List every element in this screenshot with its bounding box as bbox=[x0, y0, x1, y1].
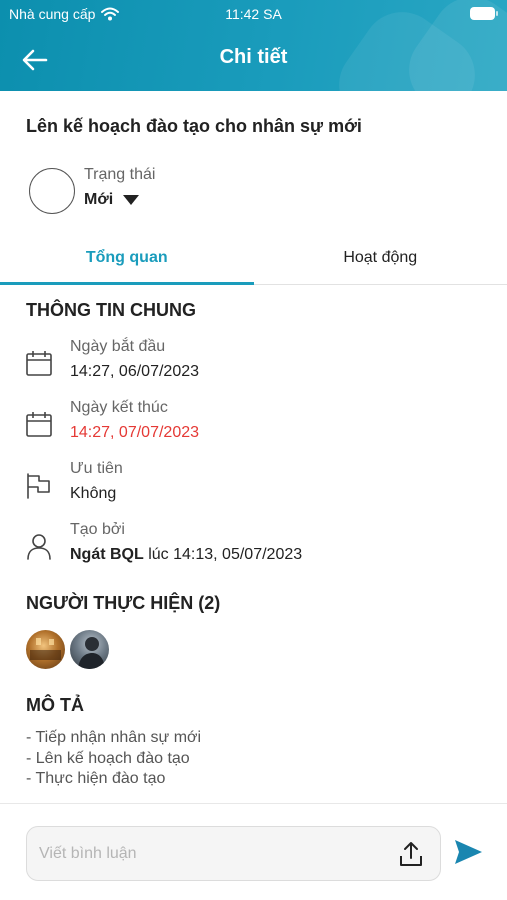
start-date-label: Ngày bắt đầu bbox=[70, 338, 166, 355]
status-label: Trạng thái bbox=[84, 166, 156, 183]
comment-input[interactable] bbox=[39, 841, 379, 867]
send-icon[interactable] bbox=[452, 836, 484, 868]
created-at: lúc 14:13, 05/07/2023 bbox=[143, 546, 303, 563]
page-title: Chi tiết bbox=[219, 46, 288, 68]
description-heading: MÔ TẢ bbox=[26, 695, 84, 715]
user-icon bbox=[27, 534, 51, 560]
status-indicator-circle[interactable] bbox=[29, 168, 75, 214]
status-value: Mới bbox=[84, 191, 114, 208]
creator-name[interactable]: Ngát BQL bbox=[70, 546, 144, 563]
description-line: - Thực hiện đào tạo bbox=[26, 770, 166, 787]
created-by-row: Tạo bởi Ngát BQL lúc 14:13, 05/07/2023 bbox=[24, 521, 484, 571]
status-dropdown[interactable]: Mới bbox=[84, 191, 140, 209]
start-date-row: Ngày bắt đầu 14:27, 06/07/2023 bbox=[24, 338, 484, 388]
assignees-heading: NGƯỜI THỰC HIỆN (2) bbox=[26, 593, 221, 613]
caret-down-icon bbox=[123, 195, 140, 205]
tab-bar: Tổng quan Hoạt động bbox=[0, 236, 507, 285]
status-time: 11:42 SA bbox=[225, 6, 282, 22]
tab-activity[interactable]: Hoạt động bbox=[254, 236, 507, 284]
status-bar: Nhà cung cấp 11:42 SA bbox=[0, 0, 507, 30]
priority-row: Ưu tiên Không bbox=[24, 460, 484, 510]
end-date-value: 14:27, 07/07/2023 bbox=[70, 424, 200, 441]
task-title: Lên kế hoạch đào tạo cho nhân sự mới bbox=[26, 116, 362, 136]
upload-icon[interactable] bbox=[396, 839, 426, 869]
created-by-label: Tạo bởi bbox=[70, 521, 125, 538]
description-line: - Tiếp nhận nhân sự mới bbox=[26, 729, 202, 746]
app-header: Nhà cung cấp 11:42 SA Chi tiết bbox=[0, 0, 507, 91]
description-body: - Tiếp nhận nhân sự mới - Lên kế hoạch đ… bbox=[26, 728, 201, 790]
tab-overview[interactable]: Tổng quan bbox=[0, 236, 254, 285]
avatar[interactable] bbox=[26, 630, 65, 669]
comment-bar bbox=[0, 803, 507, 900]
assignee-list bbox=[26, 630, 109, 669]
calendar-icon bbox=[26, 351, 52, 376]
comment-field-container bbox=[26, 826, 441, 881]
avatar-photo-icon bbox=[30, 638, 61, 660]
created-by-value: Ngát BQL lúc 14:13, 05/07/2023 bbox=[70, 546, 302, 564]
end-date-label: Ngày kết thúc bbox=[70, 399, 168, 416]
description-line: - Lên kế hoạch đào tạo bbox=[26, 749, 190, 767]
priority-label: Ưu tiên bbox=[70, 460, 123, 477]
battery-icon bbox=[470, 7, 498, 20]
start-date-value: 14:27, 06/07/2023 bbox=[70, 363, 200, 380]
flag-icon bbox=[27, 473, 50, 499]
priority-value: Không bbox=[70, 485, 117, 502]
calendar-icon bbox=[26, 412, 52, 437]
end-date-row: Ngày kết thúc 14:27, 07/07/2023 bbox=[24, 399, 484, 449]
general-info-heading: THÔNG TIN CHUNG bbox=[26, 300, 196, 320]
avatar[interactable] bbox=[70, 630, 109, 669]
avatar-photo-icon bbox=[78, 637, 105, 669]
